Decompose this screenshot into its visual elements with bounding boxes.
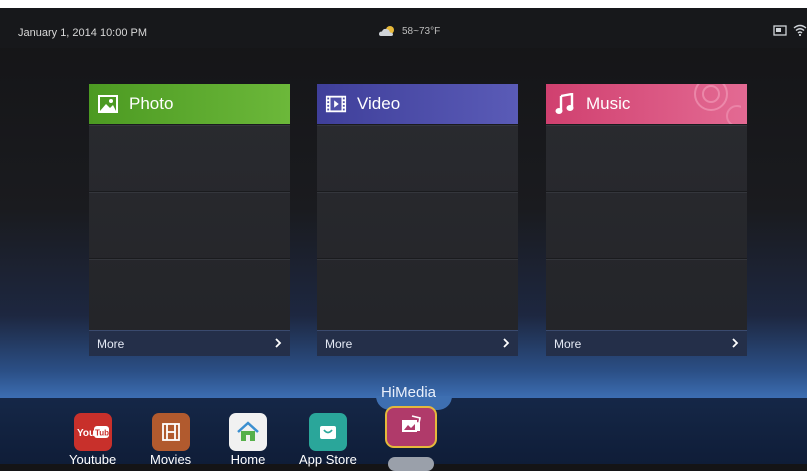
photo-more-label: More	[97, 336, 125, 351]
youtube-icon: YouTube	[73, 413, 112, 451]
cloud-sun-icon	[378, 25, 398, 37]
app-label: Youtube	[69, 452, 117, 467]
video-icon	[325, 93, 347, 115]
music-more-button[interactable]: More	[546, 330, 747, 356]
music-card[interactable]: Music More	[546, 84, 747, 356]
music-card-header[interactable]: Music	[546, 84, 747, 124]
app-label: App Store	[299, 452, 357, 467]
app-store-icon	[308, 413, 347, 451]
app-label: Movies	[150, 452, 192, 467]
video-more-button[interactable]: More	[317, 330, 518, 356]
film-icon	[151, 413, 190, 451]
photo-more-button[interactable]: More	[89, 330, 290, 356]
home-icon	[229, 413, 267, 451]
music-slot-2[interactable]	[546, 191, 747, 258]
weather: 58~73°F	[378, 25, 440, 37]
svg-text:Tube: Tube	[95, 429, 110, 438]
screen-icon	[773, 23, 787, 41]
video-card-title: Video	[357, 94, 401, 113]
photo-slot-2[interactable]	[89, 191, 290, 258]
music-icon	[554, 93, 576, 115]
himedia-label: HiMedia	[381, 384, 437, 401]
app-app-store[interactable]: App Store	[299, 413, 357, 467]
music-card-title: Music	[586, 94, 631, 113]
status-bar: January 1, 2014 10:00 PM 58~73°F	[0, 8, 807, 48]
weather-text: 58~73°F	[402, 25, 441, 37]
svg-text:You: You	[77, 428, 95, 439]
video-slot-2[interactable]	[317, 191, 518, 258]
photo-card-title: Photo	[129, 94, 174, 113]
music-more-label: More	[554, 336, 582, 351]
music-header-decoration	[694, 84, 741, 124]
next-app-peek[interactable]	[388, 457, 434, 471]
video-card-header[interactable]: Video	[317, 84, 518, 124]
video-slot-3[interactable]	[317, 258, 518, 325]
video-more-label: More	[325, 336, 353, 351]
photo-slot-1[interactable]	[89, 124, 290, 191]
chevron-right-icon	[274, 337, 282, 351]
photo-card[interactable]: Photo More	[89, 84, 290, 356]
photo-slot-3[interactable]	[89, 258, 290, 325]
video-slot-1[interactable]	[317, 124, 518, 191]
app-label: Home	[230, 452, 266, 467]
himedia-icon	[399, 414, 423, 440]
app-youtube[interactable]: YouTube Youtube	[69, 413, 116, 467]
chevron-right-icon	[731, 337, 739, 351]
photo-card-header[interactable]: Photo	[89, 84, 290, 124]
app-movies[interactable]: Movies	[150, 413, 191, 467]
wifi-icon	[793, 23, 807, 41]
datetime: January 1, 2014 10:00 PM	[18, 27, 148, 39]
photo-icon	[97, 93, 119, 115]
music-slot-1[interactable]	[546, 124, 747, 191]
video-card[interactable]: Video More	[317, 84, 518, 356]
system-icons	[773, 23, 807, 41]
app-himedia[interactable]	[385, 406, 437, 448]
app-home[interactable]: Home	[229, 413, 267, 467]
chevron-right-icon	[502, 337, 510, 351]
music-slot-3[interactable]	[546, 258, 747, 325]
